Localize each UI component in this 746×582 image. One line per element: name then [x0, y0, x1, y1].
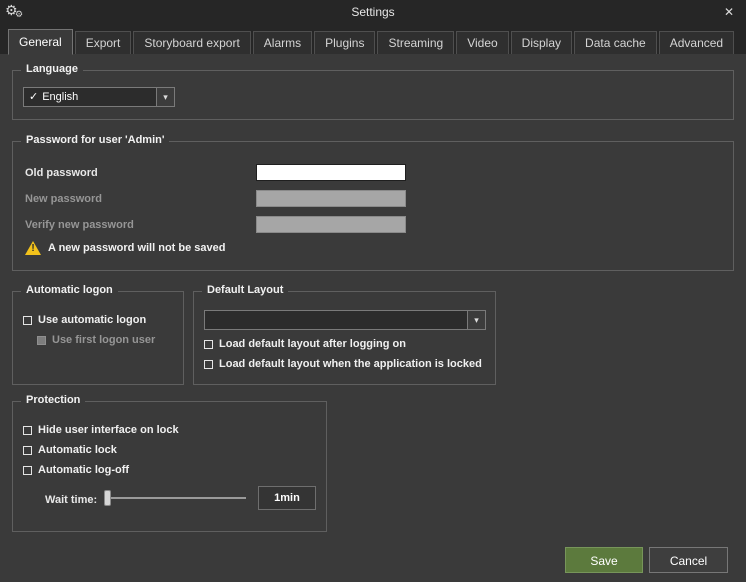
language-dropdown[interactable]: ✓ English ▾	[23, 87, 175, 107]
check-icon: ✓	[29, 91, 38, 103]
password-group-legend: Password for user 'Admin'	[21, 134, 169, 146]
password-warning-text: A new password will not be saved	[48, 242, 225, 254]
use-automatic-logon-checkbox[interactable]: Use automatic logon	[23, 314, 146, 326]
hide-user-interface-checkbox[interactable]: Hide user interface on lock	[23, 424, 179, 436]
load-default-layout-after-logon-checkbox[interactable]: Load default layout after logging on	[204, 338, 406, 350]
default-layout-dropdown[interactable]: ▾	[204, 310, 486, 330]
checkbox-icon	[204, 340, 213, 349]
password-group: Password for user 'Admin' Old password N…	[12, 141, 734, 271]
default-layout-group: Default Layout ▾ Load default layout aft…	[193, 291, 496, 385]
warning-icon: !	[25, 241, 41, 255]
use-automatic-logon-label: Use automatic logon	[38, 314, 146, 326]
new-password-label: New password	[25, 193, 102, 205]
wait-time-slider[interactable]	[104, 490, 246, 506]
use-first-logon-user-checkbox: Use first logon user	[37, 334, 155, 346]
automatic-logon-legend: Automatic logon	[21, 284, 118, 296]
slider-track[interactable]	[104, 497, 246, 499]
tab-general[interactable]: General	[8, 29, 73, 55]
tab-bar: General Export Storyboard export Alarms …	[0, 24, 746, 54]
tab-display[interactable]: Display	[511, 31, 572, 54]
warning-exclamation: !	[25, 243, 41, 255]
automatic-lock-checkbox[interactable]: Automatic lock	[23, 444, 117, 456]
checkbox-icon	[23, 466, 32, 475]
default-layout-selected-value	[205, 311, 467, 329]
checkbox-icon	[23, 446, 32, 455]
tab-plugins[interactable]: Plugins	[314, 31, 375, 54]
automatic-logon-group: Automatic logon Use automatic logon Use …	[12, 291, 184, 385]
hide-user-interface-label: Hide user interface on lock	[38, 424, 179, 436]
protection-group: Protection Hide user interface on lock A…	[12, 401, 327, 532]
general-tab-panel: Language ✓ English ▾ Password for user 'A…	[0, 54, 746, 582]
language-selected-label: English	[42, 91, 78, 103]
slider-thumb[interactable]	[104, 490, 111, 506]
checkbox-icon	[23, 316, 32, 325]
use-first-logon-user-label: Use first logon user	[52, 334, 155, 346]
wait-time-label: Wait time:	[45, 494, 97, 506]
load-default-layout-when-locked-label: Load default layout when the application…	[219, 358, 482, 370]
load-default-layout-after-logon-label: Load default layout after logging on	[219, 338, 406, 350]
verify-password-field	[256, 216, 406, 233]
cancel-button[interactable]: Cancel	[649, 547, 728, 573]
tab-data-cache[interactable]: Data cache	[574, 31, 657, 54]
checkbox-icon	[204, 360, 213, 369]
tab-export[interactable]: Export	[75, 31, 132, 54]
tab-video[interactable]: Video	[456, 31, 508, 54]
settings-window: ⚙ ⚙ Settings ✕ General Export Storyboard…	[0, 0, 746, 582]
language-group-legend: Language	[21, 63, 83, 75]
new-password-field	[256, 190, 406, 207]
old-password-field[interactable]	[256, 164, 406, 181]
verify-password-label: Verify new password	[25, 219, 134, 231]
wait-time-value[interactable]: 1min	[258, 486, 316, 510]
tab-advanced[interactable]: Advanced	[659, 31, 734, 54]
password-warning: ! A new password will not be saved	[25, 241, 225, 255]
default-layout-legend: Default Layout	[202, 284, 288, 296]
tab-alarms[interactable]: Alarms	[253, 31, 312, 54]
default-layout-dropdown-button[interactable]: ▾	[467, 311, 485, 329]
language-group: Language ✓English ▾	[12, 70, 734, 120]
title-bar: ⚙ ⚙ Settings ✕	[0, 0, 746, 24]
chevron-down-icon: ▾	[474, 315, 479, 326]
automatic-logoff-label: Automatic log-off	[38, 464, 129, 476]
close-icon[interactable]: ✕	[720, 3, 738, 21]
tab-storyboard-export[interactable]: Storyboard export	[133, 31, 250, 54]
window-title: Settings	[0, 0, 746, 24]
language-selected-value: ✓ English	[24, 88, 156, 106]
tab-streaming[interactable]: Streaming	[377, 31, 454, 54]
automatic-lock-label: Automatic lock	[38, 444, 117, 456]
chevron-down-icon: ▾	[163, 92, 168, 103]
automatic-logoff-checkbox[interactable]: Automatic log-off	[23, 464, 129, 476]
load-default-layout-when-locked-checkbox[interactable]: Load default layout when the application…	[204, 358, 482, 370]
old-password-label: Old password	[25, 167, 98, 179]
checkbox-icon	[37, 336, 46, 345]
protection-legend: Protection	[21, 394, 85, 406]
checkbox-icon	[23, 426, 32, 435]
language-dropdown-button[interactable]: ▾	[156, 88, 174, 106]
save-button[interactable]: Save	[565, 547, 643, 573]
